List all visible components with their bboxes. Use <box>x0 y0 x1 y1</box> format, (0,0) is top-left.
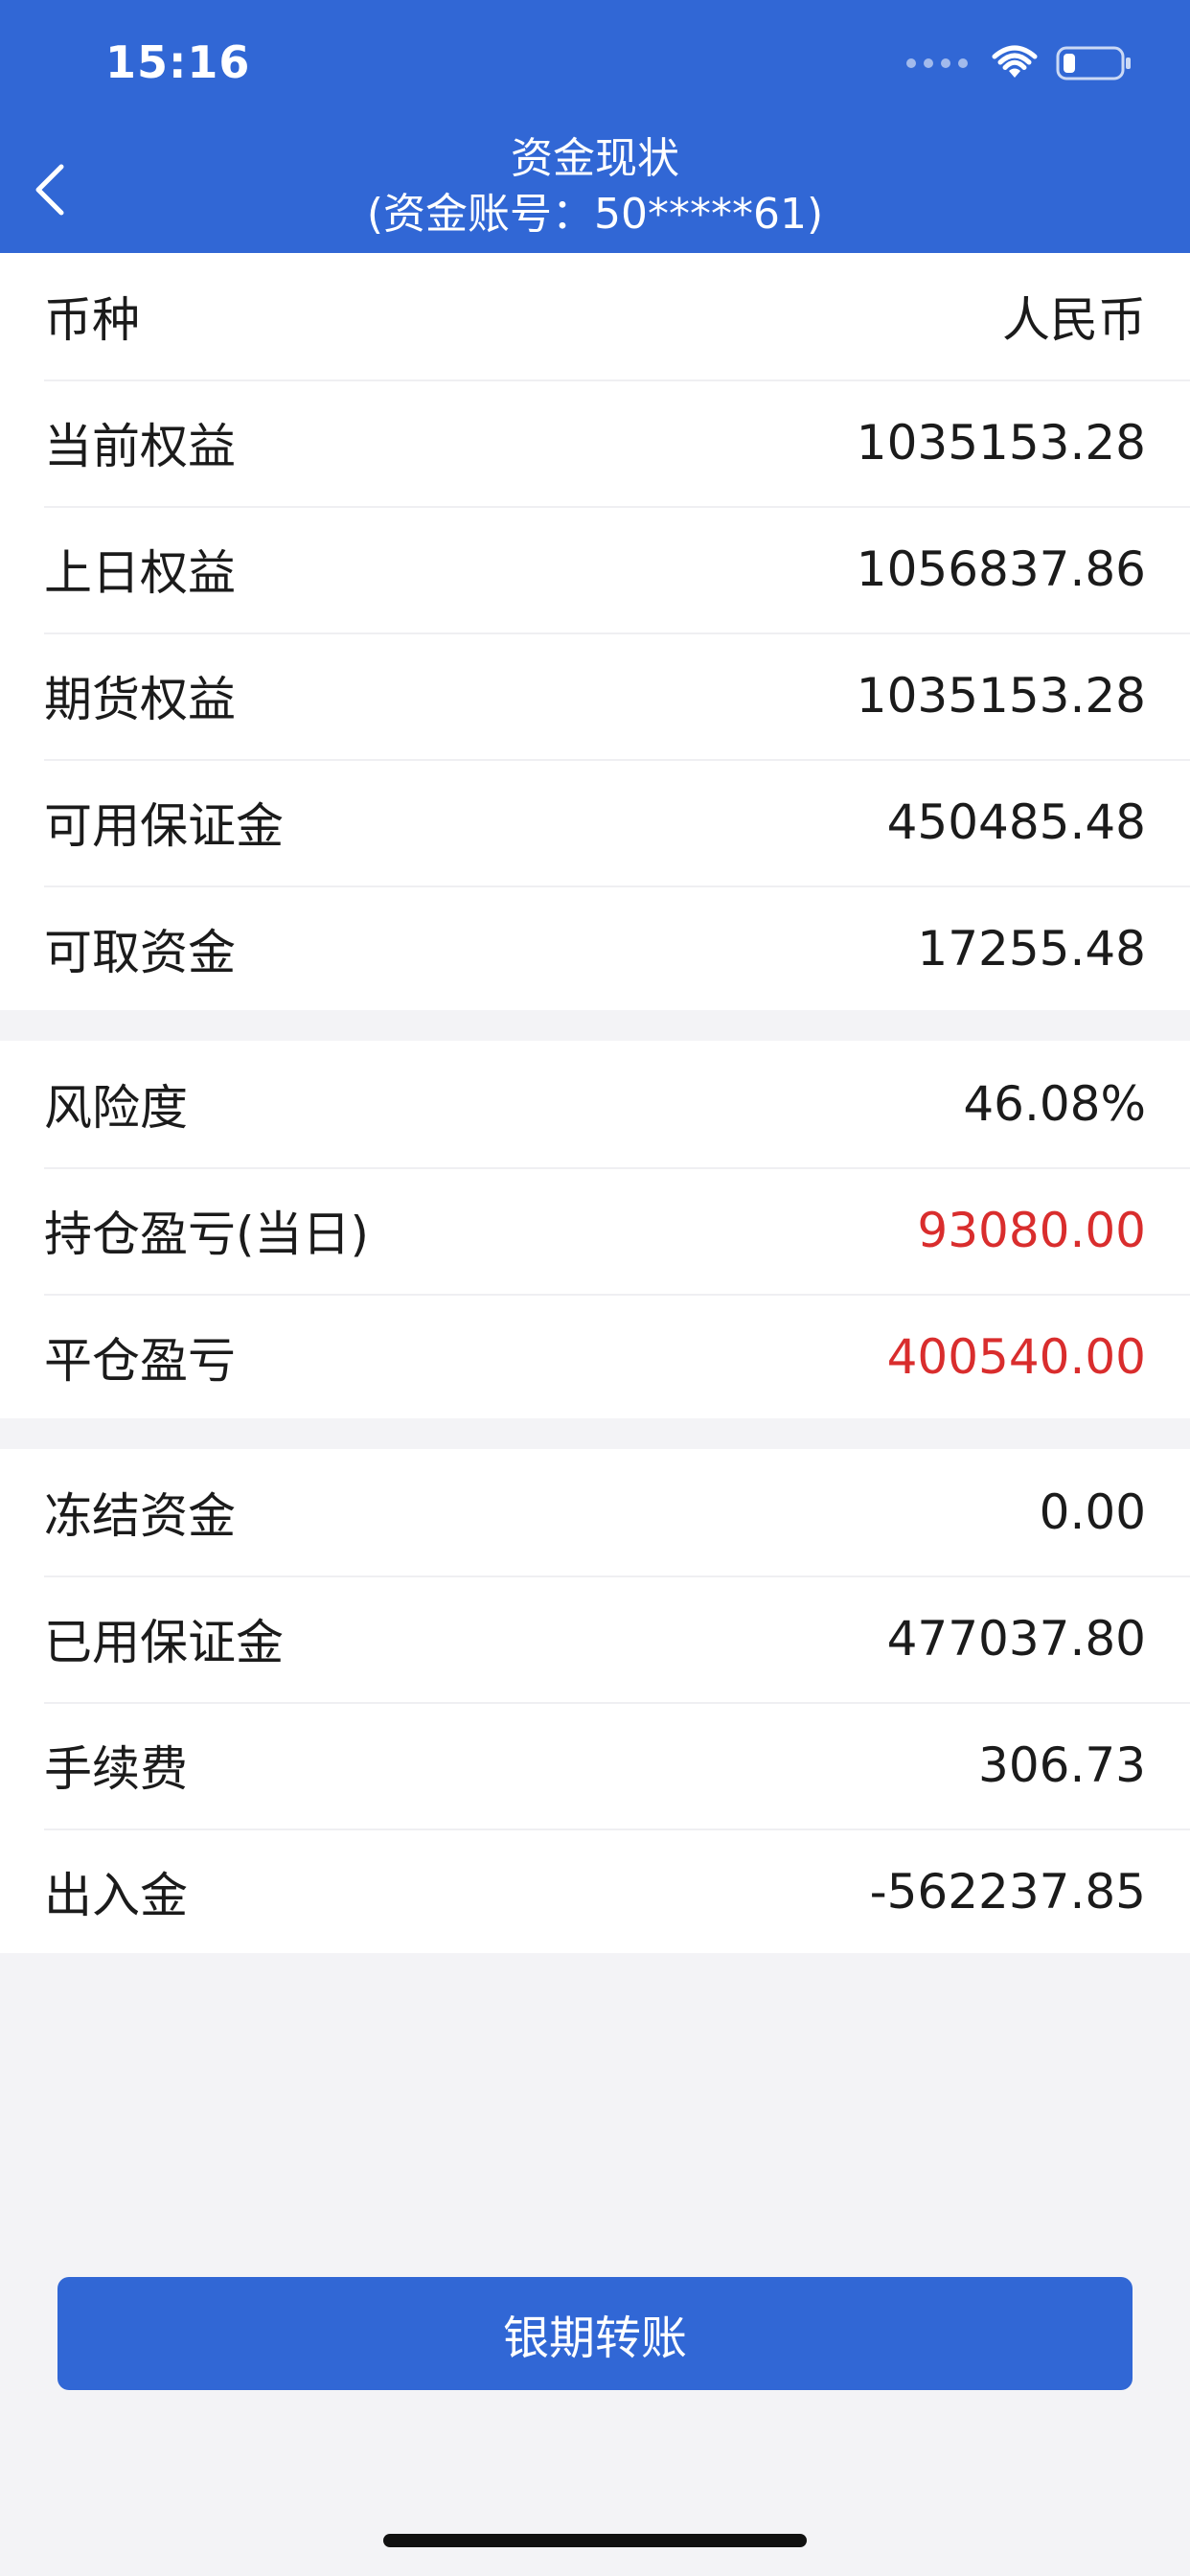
fund-row-closed-pnl: 平仓盈亏 400540.00 <box>0 1294 1190 1420</box>
row-label: 手续费 <box>44 1741 188 1797</box>
row-label: 期货权益 <box>44 672 236 727</box>
row-label: 可用保证金 <box>44 798 284 854</box>
row-label: 已用保证金 <box>44 1615 284 1670</box>
row-value: 17255.48 <box>917 921 1146 977</box>
fund-row-commission: 手续费 306.73 <box>0 1702 1190 1828</box>
fund-row-current-equity: 当前权益 1035153.28 <box>0 380 1190 506</box>
row-value: 1035153.28 <box>856 668 1146 724</box>
fund-section-other: 冻结资金 0.00 已用保证金 477037.80 手续费 306.73 出入金… <box>0 1449 1190 1953</box>
fund-row-withdrawable: 可取资金 17255.48 <box>0 886 1190 1012</box>
row-value: 477037.80 <box>886 1611 1146 1667</box>
row-value: 人民币 <box>1002 292 1146 348</box>
fund-row-currency: 币种 人民币 <box>0 253 1190 380</box>
fund-row-position-pnl: 持仓盈亏(当日) 93080.00 <box>0 1167 1190 1294</box>
bank-futures-transfer-button[interactable]: 银期转账 <box>57 2277 1133 2390</box>
wifi-icon <box>991 45 1039 81</box>
row-label: 平仓盈亏 <box>44 1333 236 1389</box>
fund-row-deposit-withdrawal: 出入金 -562237.85 <box>0 1828 1190 1955</box>
row-label: 可取资金 <box>44 925 236 980</box>
fund-section-equity: 币种 人民币 当前权益 1035153.28 上日权益 1056837.86 期… <box>0 253 1190 1010</box>
battery-icon <box>1056 44 1133 82</box>
fund-row-available-margin: 可用保证金 450485.48 <box>0 759 1190 886</box>
row-label: 持仓盈亏(当日) <box>44 1207 370 1262</box>
row-value: 400540.00 <box>886 1329 1146 1385</box>
fund-row-risk-ratio: 风险度 46.08% <box>0 1041 1190 1167</box>
status-time: 15:16 <box>105 36 251 88</box>
fund-section-risk: 风险度 46.08% 持仓盈亏(当日) 93080.00 平仓盈亏 400540… <box>0 1041 1190 1418</box>
row-value: 1056837.86 <box>856 541 1146 597</box>
page-title: 资金现状 <box>511 134 679 183</box>
row-label: 上日权益 <box>44 545 236 601</box>
row-label: 出入金 <box>44 1868 188 1923</box>
fund-row-used-margin: 已用保证金 477037.80 <box>0 1576 1190 1702</box>
fund-row-previous-equity: 上日权益 1056837.86 <box>0 506 1190 632</box>
row-value: 1035153.28 <box>856 415 1146 471</box>
home-indicator[interactable] <box>383 2534 807 2547</box>
row-label: 冻结资金 <box>44 1488 236 1544</box>
fund-row-frozen: 冻结资金 0.00 <box>0 1449 1190 1576</box>
top-header: 15:16 资金现状 (资金账号：50*****61) <box>0 0 1190 253</box>
row-label: 当前权益 <box>44 419 236 474</box>
row-value: 450485.48 <box>886 794 1146 850</box>
row-value: 93080.00 <box>917 1203 1146 1258</box>
fund-row-futures-equity: 期货权益 1035153.28 <box>0 632 1190 759</box>
status-icons <box>906 42 1133 84</box>
row-label: 币种 <box>44 292 140 348</box>
row-value: 306.73 <box>978 1737 1146 1793</box>
row-value: 0.00 <box>1039 1484 1146 1540</box>
row-value: -562237.85 <box>869 1864 1146 1920</box>
row-label: 风险度 <box>44 1080 188 1136</box>
row-value: 46.08% <box>963 1076 1146 1132</box>
account-subtitle: (资金账号：50*****61) <box>366 190 824 239</box>
signal-icon <box>906 58 968 68</box>
